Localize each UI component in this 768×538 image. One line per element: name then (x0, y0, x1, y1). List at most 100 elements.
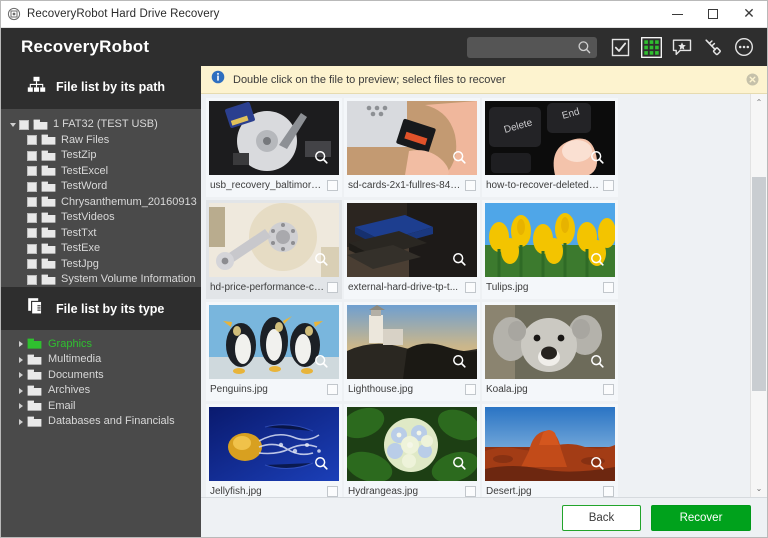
path-tree-item[interactable]: Chrysanthemum_20160913 (1, 194, 201, 210)
thumbnail-card[interactable]: Lighthouse.jpg (344, 302, 480, 401)
grid-view-icon[interactable] (640, 36, 662, 58)
tree-checkbox[interactable] (27, 212, 37, 223)
thumbnail-card[interactable]: external-hard-drive-tp-t... (344, 200, 480, 299)
tree-checkbox[interactable] (27, 150, 37, 161)
path-tree-item[interactable]: System Volume Information (1, 272, 201, 288)
tree-checkbox[interactable] (27, 181, 37, 192)
thumbnail-checkbox[interactable] (603, 383, 614, 395)
thumbnail-image[interactable] (347, 305, 477, 379)
chevron-right-icon[interactable] (15, 354, 27, 366)
thumbnail-image[interactable] (209, 305, 339, 379)
thumbnail-checkbox[interactable] (603, 485, 614, 497)
sitemap-icon (27, 76, 46, 98)
thumbnail-checkbox[interactable] (327, 383, 338, 395)
thumbnail-card[interactable]: sd-cards-2x1-fullres-843... (344, 98, 480, 197)
type-tree-item[interactable]: Databases and Financials (1, 414, 201, 430)
window-controls: ✕ (659, 1, 767, 28)
chevron-right-icon[interactable] (15, 369, 27, 381)
chevron-right-icon[interactable] (15, 338, 27, 350)
thumbnail-footer: usb_recovery_baltimore.... (209, 175, 339, 195)
path-tree-item[interactable]: TestExcel (1, 163, 201, 179)
thumbnail-checkbox[interactable] (465, 179, 476, 191)
tree-checkbox[interactable] (19, 119, 29, 130)
tree-checkbox[interactable] (27, 135, 37, 146)
tree-checkbox[interactable] (27, 197, 37, 208)
thumbnail-card[interactable]: Tulips.jpg (482, 200, 618, 299)
thumbnail-image[interactable] (209, 101, 339, 175)
close-button[interactable]: ✕ (731, 1, 767, 28)
back-button[interactable]: Back (562, 504, 641, 531)
thumbnail-card[interactable]: Koala.jpg (482, 302, 618, 401)
thumbnail-image[interactable] (485, 407, 615, 481)
tree-checkbox[interactable] (27, 259, 37, 270)
thumbnail-card[interactable]: usb_recovery_baltimore.... (206, 98, 342, 197)
folder-icon (41, 274, 56, 286)
type-tree-item[interactable]: Archives (1, 383, 201, 399)
maximize-button[interactable] (695, 1, 731, 28)
thumbnail-checkbox[interactable] (465, 281, 476, 293)
path-tree-item[interactable]: TestJpg (1, 256, 201, 272)
panel-header-file-path[interactable]: File list by its path (1, 66, 201, 109)
thumbnail-image[interactable] (347, 407, 477, 481)
scroll-up-arrow[interactable]: ⌃ (751, 94, 767, 111)
thumbnail-card[interactable]: Delete End how-to-recover-deleted-... (482, 98, 618, 197)
tree-checkbox[interactable] (27, 228, 37, 239)
comment-star-icon[interactable] (671, 36, 693, 58)
thumbnail-filename: external-hard-drive-tp-t... (348, 281, 459, 293)
tree-checkbox[interactable] (27, 166, 37, 177)
minimize-button[interactable] (659, 1, 695, 28)
scroll-thumb[interactable] (752, 177, 766, 392)
type-tree-item[interactable]: Multimedia (1, 352, 201, 368)
path-tree-item[interactable]: TestWord (1, 179, 201, 195)
path-tree-item[interactable]: TestZip (1, 148, 201, 164)
path-tree-item[interactable]: TestExe (1, 241, 201, 257)
recover-button[interactable]: Recover (651, 504, 751, 531)
thumbnail-image[interactable] (209, 407, 339, 481)
scroll-track[interactable] (751, 111, 767, 480)
type-tree-item[interactable]: Documents (1, 367, 201, 383)
chevron-down-icon[interactable] (7, 119, 19, 131)
type-tree-item-label: Email (48, 399, 76, 412)
path-tree-item[interactable]: 1 FAT32 (TEST USB) (1, 117, 201, 133)
key-icon[interactable] (702, 36, 724, 58)
search-box[interactable] (467, 36, 597, 58)
thumbnail-image[interactable]: Delete End (485, 101, 615, 175)
thumbnail-checkbox[interactable] (327, 485, 338, 497)
chevron-right-icon[interactable] (15, 385, 27, 397)
thumbnail-image[interactable] (485, 203, 615, 277)
tree-checkbox[interactable] (27, 243, 37, 254)
type-tree-item[interactable]: Graphics (1, 336, 201, 352)
scroll-down-arrow[interactable]: ⌄ (751, 480, 767, 497)
path-tree-item[interactable]: TestTxt (1, 225, 201, 241)
thumbnail-checkbox[interactable] (603, 281, 614, 293)
path-tree-item-label: TestWord (61, 180, 108, 193)
thumbnail-image[interactable] (347, 101, 477, 175)
thumbnail-card[interactable]: Desert.jpg (482, 404, 618, 497)
thumbnail-checkbox[interactable] (327, 179, 338, 191)
thumbnail-checkbox[interactable] (327, 281, 338, 293)
thumbnail-image[interactable] (209, 203, 339, 277)
thumbnail-card[interactable]: Jellyfish.jpg (206, 404, 342, 497)
thumbnail-checkbox[interactable] (465, 485, 476, 497)
thumbnail-filename: Penguins.jpg (210, 383, 268, 395)
thumbnail-card[interactable]: Hydrangeas.jpg (344, 404, 480, 497)
thumbnail-checkbox[interactable] (603, 179, 614, 191)
type-tree-item[interactable]: Email (1, 398, 201, 414)
grid-scrollbar[interactable]: ⌃ ⌄ (750, 94, 767, 497)
info-icon (211, 70, 225, 89)
more-options-icon[interactable] (733, 36, 755, 58)
close-circle-icon[interactable] (746, 73, 759, 86)
thumbnail-image[interactable] (347, 203, 477, 277)
chevron-right-icon[interactable] (15, 416, 27, 428)
path-tree-item[interactable]: TestVideos (1, 210, 201, 226)
thumbnail-card[interactable]: hd-price-performance-co... (206, 200, 342, 299)
thumbnail-grid: usb_recovery_baltimore.... sd-cards-2x1-f… (201, 94, 750, 497)
tree-checkbox[interactable] (27, 274, 37, 285)
panel-header-file-type[interactable]: File list by its type (1, 287, 201, 331)
checkbox-select-all-icon[interactable] (609, 36, 631, 58)
thumbnail-checkbox[interactable] (465, 383, 476, 395)
thumbnail-image[interactable] (485, 305, 615, 379)
path-tree-item[interactable]: Raw Files (1, 132, 201, 148)
chevron-right-icon[interactable] (15, 400, 27, 412)
thumbnail-card[interactable]: Penguins.jpg (206, 302, 342, 401)
